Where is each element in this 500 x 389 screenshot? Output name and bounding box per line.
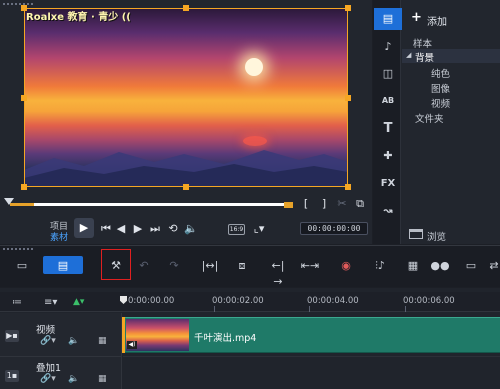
enlarge-preview-icon[interactable]: ⧉ xyxy=(353,197,367,211)
timeline-view-icon[interactable]: ▭ xyxy=(12,258,32,274)
fx-filter-icon[interactable]: FX xyxy=(374,173,402,195)
aspect-ratio-button[interactable]: 16:9 xyxy=(228,224,245,235)
undo-icon[interactable]: ↶ xyxy=(134,258,154,274)
overlay-lock-icon[interactable]: 🔗▾ xyxy=(40,374,56,384)
browse-icon[interactable] xyxy=(409,229,423,239)
tree-item-video[interactable]: 视频 xyxy=(431,96,450,110)
track-lock-icon[interactable]: 🔗▾ xyxy=(40,336,56,346)
highlight-box xyxy=(101,249,131,280)
go-to-start-icon[interactable]: ⏮ xyxy=(100,222,112,236)
instant-project-icon[interactable]: ♪ xyxy=(374,36,402,58)
tree-expand-icon[interactable]: ◢ xyxy=(406,51,411,59)
track-mute-icon[interactable]: 🔈 xyxy=(68,336,79,346)
next-frame-icon[interactable]: ▶ xyxy=(132,222,144,236)
track-manager-small-icon[interactable]: ≔ xyxy=(12,297,22,308)
resize-handle-bottom-right[interactable] xyxy=(345,184,351,190)
resize-handle-top-right[interactable] xyxy=(345,5,351,11)
overlay-mute-icon[interactable]: 🔈 xyxy=(68,374,79,384)
storyboard-view-icon: ▤ xyxy=(57,259,69,272)
display-mode-icon[interactable]: ⌞▾ xyxy=(251,222,267,236)
fit-to-window-icon[interactable]: |↔| xyxy=(200,258,220,274)
multi-trim-icon[interactable]: ▦ xyxy=(403,258,423,274)
clip-name: 千叶演出.mp4 xyxy=(194,333,257,344)
track-divider xyxy=(0,356,122,357)
ruler-label-2: 00:00:04.00 xyxy=(307,296,359,306)
go-to-end-icon[interactable]: ⏭ xyxy=(149,222,161,236)
mountain-silhouette xyxy=(24,150,348,186)
volume-icon[interactable]: 🔈 xyxy=(184,222,198,236)
chapter-point-icon[interactable]: ▲▾ xyxy=(73,297,84,307)
mark-out-icon[interactable]: ] xyxy=(318,197,330,211)
clip-trim-handle[interactable] xyxy=(122,317,125,353)
ruler-tick xyxy=(214,306,215,312)
ruler-tick xyxy=(405,306,406,312)
overlay-visibility-icon[interactable]: ▦ xyxy=(98,374,107,384)
record-capture-icon[interactable]: ◉ xyxy=(336,258,356,274)
title-template-icon[interactable]: AB xyxy=(374,90,402,112)
resize-handle-top[interactable] xyxy=(183,5,189,11)
tree-item-samples[interactable]: 样本 xyxy=(413,36,432,50)
video-track-icon: ▶▪ xyxy=(5,330,19,342)
scrubber-track[interactable] xyxy=(10,203,290,206)
split-clip-icon[interactable]: ✂ xyxy=(336,197,348,211)
overlay-track-label: 叠加1 xyxy=(36,363,62,374)
tree-item-backgrounds[interactable]: 背景 xyxy=(415,50,434,64)
scrubber-thumb[interactable] xyxy=(4,198,14,205)
toolbar-grip[interactable] xyxy=(3,248,33,250)
sun xyxy=(245,58,263,76)
path-motion-icon[interactable]: ↝ xyxy=(374,200,402,222)
tree-item-image[interactable]: 图像 xyxy=(431,81,450,95)
add-marker-icon[interactable]: ≡▾ xyxy=(44,297,57,308)
add-folder-button[interactable]: 添加 xyxy=(427,13,447,28)
track-visibility-icon[interactable]: ▦ xyxy=(98,336,107,346)
tree-item-solid-color[interactable]: 纯色 xyxy=(431,66,450,80)
clip-mode-label[interactable]: 素材 xyxy=(50,230,68,243)
panel-grip[interactable] xyxy=(3,3,33,5)
ripple-edit-icon[interactable]: ←|→ xyxy=(268,258,288,288)
resize-handle-top-left[interactable] xyxy=(21,5,27,11)
more-tools-icon[interactable]: ⇄ xyxy=(484,258,500,274)
crop-icon[interactable]: ⧈ xyxy=(232,258,252,274)
resize-handle-bottom[interactable] xyxy=(183,184,189,190)
resize-handle-left[interactable] xyxy=(21,95,27,101)
preview-video[interactable]: Roalxe 教育 · 青少 (( xyxy=(24,8,348,186)
redo-icon[interactable]: ↷ xyxy=(164,258,184,274)
video-track-label: 视频 xyxy=(36,325,56,336)
tree-item-folder[interactable]: 文件夹 xyxy=(415,111,444,125)
subtitle-editor-icon[interactable]: ▭ xyxy=(461,258,481,274)
media-library-icon[interactable]: ▤ xyxy=(374,8,402,30)
track-manager-icon[interactable]: ⇤⇥ xyxy=(300,258,320,274)
audio-mixer-icon[interactable]: ⫶♪ xyxy=(370,258,390,274)
timecode-display[interactable]: 00:00:00:00 xyxy=(300,222,368,235)
motion-tracking-icon[interactable]: ●● xyxy=(430,258,450,274)
mark-in-icon[interactable]: [ xyxy=(300,197,312,211)
text-icon[interactable]: T xyxy=(374,118,402,140)
play-button[interactable]: ▶ xyxy=(74,218,94,238)
clip-audio-icon: ◀) xyxy=(127,341,137,349)
ruler-label-3: 00:00:06.00 xyxy=(403,296,455,306)
resize-handle-right[interactable] xyxy=(345,95,351,101)
ruler-label-0: 0:00:00.00 xyxy=(128,296,175,306)
ruler-label-1: 00:00:02.00 xyxy=(212,296,264,306)
resize-handle-bottom-left[interactable] xyxy=(21,184,27,190)
scrubber-trim-end-handle[interactable] xyxy=(284,202,293,208)
repeat-icon[interactable]: ⟲ xyxy=(167,222,179,236)
overlay-title-text: Roalxe 教育 · 青少 (( xyxy=(26,12,131,23)
graphics-icon[interactable]: ✚ xyxy=(374,145,402,167)
overlay-track-icon: 1▪ xyxy=(5,370,19,382)
add-icon[interactable]: + xyxy=(411,10,422,25)
transition-icon[interactable]: ◫ xyxy=(374,63,402,85)
browse-button[interactable]: 浏览 xyxy=(427,229,446,243)
ruler-tick xyxy=(309,306,310,312)
overlay-track-lane[interactable] xyxy=(123,356,500,389)
previous-frame-icon[interactable]: ◀ xyxy=(115,222,127,236)
